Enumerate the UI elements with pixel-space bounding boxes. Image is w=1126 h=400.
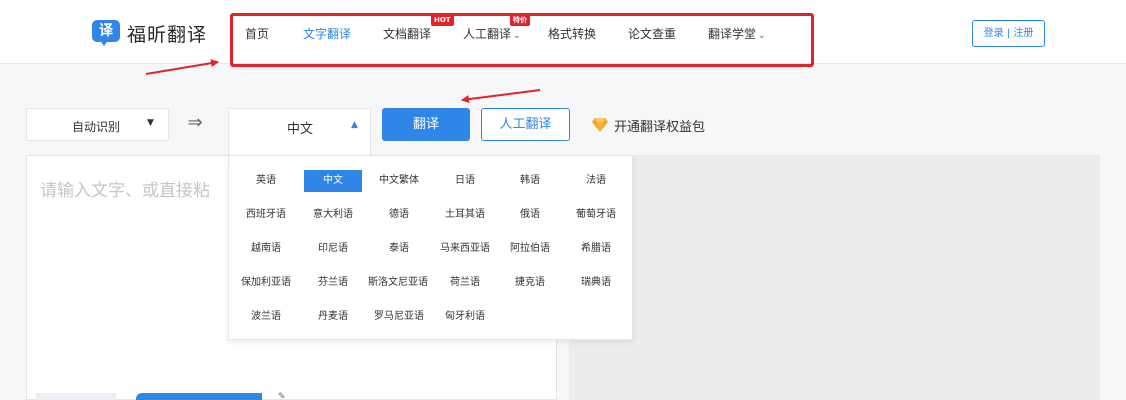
vip-package-link[interactable]: 开通翻译权益包 xyxy=(592,115,705,135)
lang-option[interactable]: 印尼语 xyxy=(304,238,362,260)
source-input-placeholder: 请输入文字、或直接粘 xyxy=(40,181,210,201)
target-language-label: 中文 xyxy=(287,122,314,137)
human-translate-button[interactable]: 人工翻译 xyxy=(481,108,570,141)
lang-option[interactable]: 罗马尼亚语 xyxy=(367,306,431,328)
lang-option[interactable]: 瑞典语 xyxy=(567,272,625,294)
nav-format-convert[interactable]: 格式转换 xyxy=(548,25,596,42)
target-language-select[interactable]: 中文 ▲ xyxy=(228,108,371,156)
lang-option[interactable]: 日语 xyxy=(436,170,494,192)
lang-option[interactable]: 中文繁体 xyxy=(370,170,428,192)
target-language-dropdown: 英语 中文 中文繁体 日语 韩语 法语 西班牙语 意大利语 德语 土耳其语 俄语… xyxy=(228,155,633,340)
lang-option[interactable]: 越南语 xyxy=(237,238,295,260)
nav-human-translate[interactable]: 人工翻译 ⌄ xyxy=(463,25,521,42)
nav-home[interactable]: 首页 xyxy=(245,25,269,42)
swap-languages-icon[interactable]: ⇒ xyxy=(184,111,206,135)
lang-option[interactable]: 法语 xyxy=(567,170,625,192)
nav-plagiarism-check[interactable]: 论文查重 xyxy=(628,25,676,42)
lang-option[interactable]: 捷克语 xyxy=(501,272,559,294)
edit-icon[interactable]: ✎ xyxy=(278,392,286,400)
special-offer-badge: 特价 xyxy=(510,15,530,26)
logo-icon: 译 xyxy=(92,20,122,46)
top-header: 译 福昕翻译 首页 文字翻译 文档翻译 HOT 人工翻译 ⌄ 特价 格式转换 论文… xyxy=(0,0,1126,67)
logo-text: 福昕翻译 xyxy=(127,23,208,46)
lang-option[interactable]: 俄语 xyxy=(501,204,559,226)
lang-option[interactable]: 荷兰语 xyxy=(436,272,494,294)
lang-option[interactable]: 英语 xyxy=(237,170,295,192)
lang-option[interactable]: 阿拉伯语 xyxy=(501,238,559,260)
bottom-tab-inactive[interactable] xyxy=(36,393,116,400)
hot-badge: HOT xyxy=(431,15,454,26)
vip-package-label: 开通翻译权益包 xyxy=(614,119,706,135)
login-register-button[interactable]: 登录 | 注册 xyxy=(972,20,1045,47)
lang-option[interactable]: 泰语 xyxy=(370,238,428,260)
caret-down-icon: ▼ xyxy=(147,118,154,128)
lang-option-selected[interactable]: 中文 xyxy=(304,170,362,192)
lang-option[interactable]: 土耳其语 xyxy=(436,204,494,226)
nav-translation-school[interactable]: 翻译学堂 ⌄ xyxy=(708,25,766,42)
source-language-label: 自动识别 xyxy=(72,120,121,134)
nav-text-translate[interactable]: 文字翻译 xyxy=(303,25,351,42)
nav-translation-school-label: 翻译学堂 xyxy=(708,27,757,41)
source-language-select[interactable]: 自动识别 ▼ xyxy=(26,108,169,141)
caret-up-icon: ▲ xyxy=(351,120,358,130)
chevron-down-icon: ⌄ xyxy=(513,31,521,41)
bottom-tab-active[interactable] xyxy=(136,393,262,400)
lang-option[interactable]: 德语 xyxy=(370,204,428,226)
lang-option[interactable]: 意大利语 xyxy=(304,204,362,226)
lang-option[interactable]: 韩语 xyxy=(501,170,559,192)
lang-option[interactable]: 保加利亚语 xyxy=(237,272,295,294)
logo[interactable]: 译 福昕翻译 xyxy=(92,20,207,46)
chevron-down-icon: ⌄ xyxy=(758,31,766,41)
lang-option[interactable]: 斯洛文尼亚语 xyxy=(365,272,431,294)
lang-option[interactable]: 丹麦语 xyxy=(304,306,362,328)
translate-button[interactable]: 翻译 xyxy=(382,108,470,141)
lang-option[interactable]: 西班牙语 xyxy=(237,204,295,226)
translation-output-panel xyxy=(569,155,1100,400)
lang-option[interactable]: 葡萄牙语 xyxy=(567,204,625,226)
lang-option[interactable]: 马来西亚语 xyxy=(436,238,494,260)
arrow-to-translate-button xyxy=(461,89,541,104)
lang-option[interactable]: 芬兰语 xyxy=(304,272,362,294)
lang-option[interactable]: 匈牙利语 xyxy=(436,306,494,328)
lang-option[interactable]: 希腊语 xyxy=(567,238,625,260)
diamond-icon xyxy=(592,118,608,132)
nav-human-translate-label: 人工翻译 xyxy=(463,27,512,41)
lang-option[interactable]: 波兰语 xyxy=(237,306,295,328)
nav-doc-translate[interactable]: 文档翻译 xyxy=(383,25,431,42)
